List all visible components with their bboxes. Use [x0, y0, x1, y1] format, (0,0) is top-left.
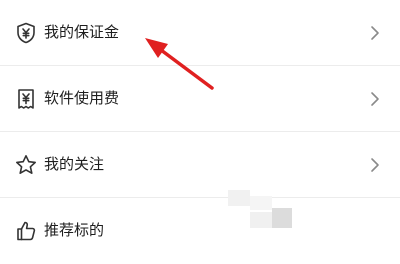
menu-item-label: 我的保证金 — [44, 23, 120, 41]
chevron-right-icon — [368, 155, 382, 175]
menu-item-software-fee[interactable]: 软件使用费 — [0, 66, 400, 132]
menu-item-label: 我的关注 — [44, 155, 105, 173]
chevron-right-icon — [368, 23, 382, 43]
menu-item-label: 软件使用费 — [44, 89, 120, 107]
redaction-patch — [250, 212, 272, 228]
star-icon — [14, 153, 38, 177]
thumbs-up-icon — [14, 219, 38, 243]
menu-item-label: 推荐标的 — [44, 221, 105, 239]
menu-item-recommended[interactable]: 推荐标的 — [0, 198, 400, 264]
settings-menu: 我的保证金 软件使用费 我的关注 推荐标的 — [0, 0, 400, 258]
redaction-patch — [272, 208, 292, 228]
menu-item-my-deposit[interactable]: 我的保证金 — [0, 0, 400, 66]
chevron-right-icon — [368, 89, 382, 109]
menu-item-my-follows[interactable]: 我的关注 — [0, 132, 400, 198]
redaction-patch — [250, 196, 272, 210]
shield-yen-icon — [14, 21, 38, 45]
redaction-patch — [228, 190, 250, 206]
receipt-yen-icon — [14, 87, 38, 111]
